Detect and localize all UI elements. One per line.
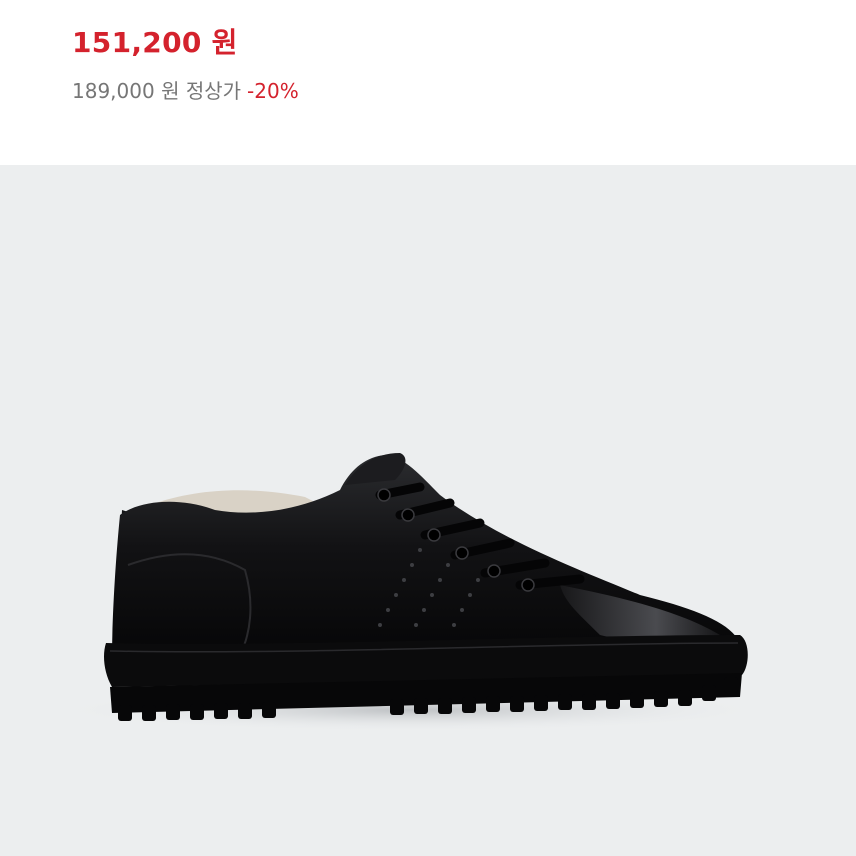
product-image[interactable]	[0, 165, 856, 856]
original-price-row: 189,000 원 정상가 -20%	[72, 74, 299, 108]
discount-badge: -20%	[247, 79, 299, 103]
original-price: 189,000 원 정상가	[72, 79, 242, 103]
price-block: 151,200 원 189,000 원 정상가 -20%	[72, 22, 299, 108]
black-leather-sneaker-image	[50, 453, 770, 732]
sale-price: 151,200 원	[72, 26, 238, 59]
product-page: 151,200 원 189,000 원 정상가 -20%	[0, 0, 856, 856]
